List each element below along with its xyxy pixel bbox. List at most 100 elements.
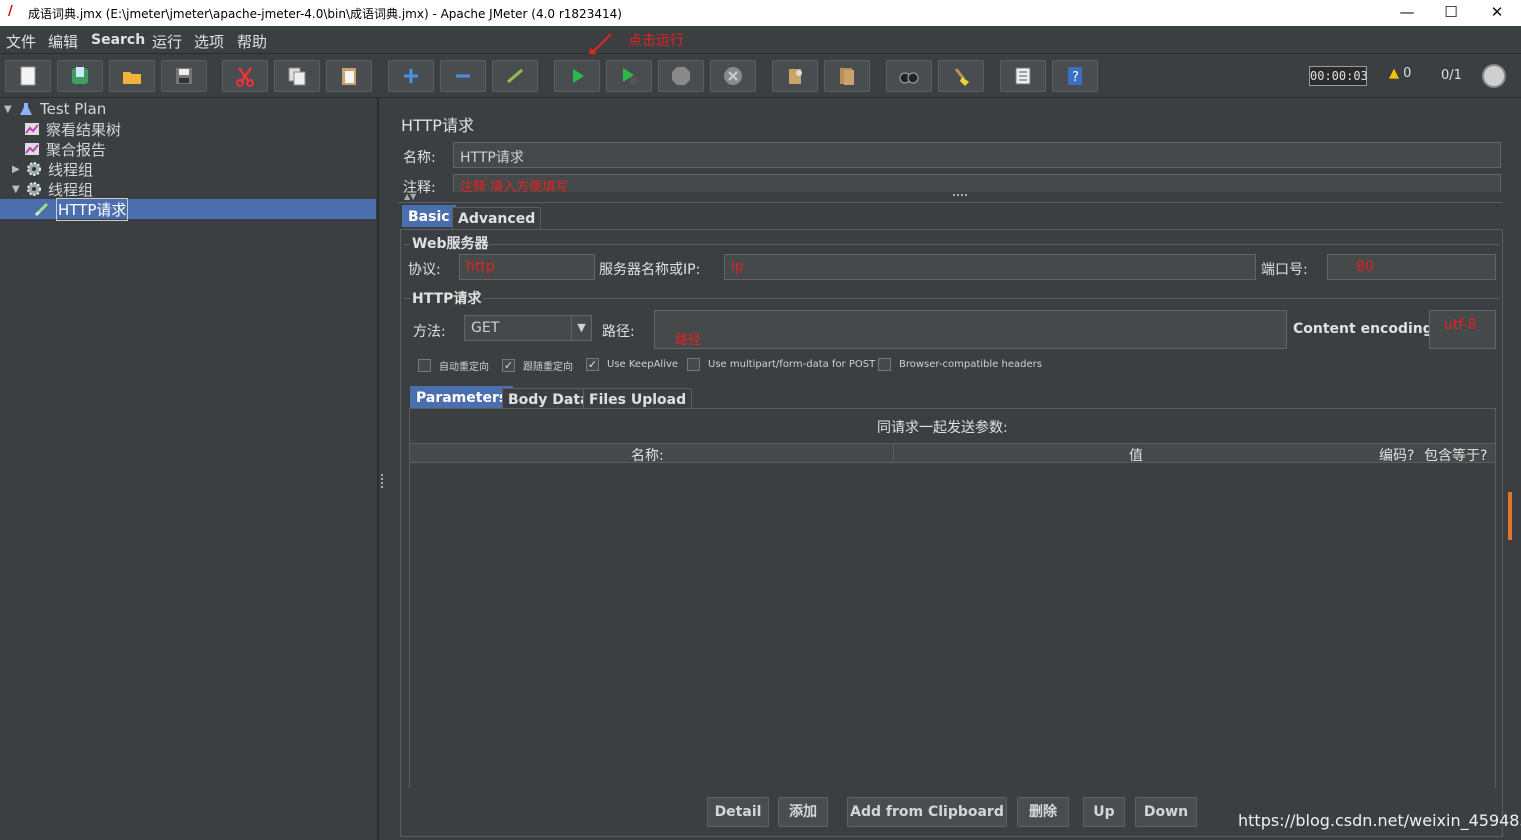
browser-headers-checkbox[interactable]: Browser-compatible headers	[878, 358, 1042, 371]
detail-button[interactable]: Detail	[707, 797, 769, 827]
paste-icon	[342, 68, 356, 85]
tree-item-label: Test Plan	[40, 100, 107, 118]
web-server-group	[404, 244, 1499, 245]
reset-search-icon	[954, 68, 969, 86]
checkbox-box[interactable]	[687, 358, 700, 371]
clear-icon	[789, 69, 802, 84]
thread-group-icon	[26, 181, 44, 197]
paste-button[interactable]	[326, 60, 372, 92]
start-icon	[573, 69, 584, 83]
thread-group-icon	[26, 161, 44, 177]
multipart-checkbox[interactable]: Use multipart/form-data for POST	[687, 358, 875, 371]
collapse-all-button[interactable]	[440, 60, 486, 92]
name-field[interactable]: HTTP请求	[453, 142, 1501, 168]
server-field[interactable]: ip	[724, 254, 1256, 280]
column-encode[interactable]: 编码?	[1379, 445, 1414, 465]
maximize-button[interactable]: ☐	[1428, 0, 1474, 26]
menu-options[interactable]: 选项	[194, 31, 224, 52]
title-bar: / 成语词典.jmx (E:\jmeter\jmeter\apache-jmet…	[0, 0, 1521, 26]
tree-collapse-icon[interactable]: ▼	[12, 184, 26, 195]
port-label: 端口号:	[1261, 262, 1308, 278]
path-field[interactable]: 路径	[654, 310, 1287, 349]
keepalive-checkbox[interactable]: ✓ Use KeepAlive	[586, 358, 678, 371]
search-button[interactable]	[886, 60, 932, 92]
content-encoding-field[interactable]: utf-8	[1429, 310, 1496, 349]
column-include-equals[interactable]: 包含等于?	[1424, 445, 1487, 465]
tree-item-thread-group-2[interactable]: ▼ 线程组	[12, 179, 93, 199]
toggle-button[interactable]	[492, 60, 538, 92]
column-divider	[893, 444, 894, 462]
tab-parameters[interactable]: Parameters	[410, 386, 514, 408]
protocol-field[interactable]: http	[459, 254, 595, 280]
templates-button[interactable]	[57, 60, 103, 92]
name-label: 名称:	[403, 150, 436, 166]
clear-all-button[interactable]	[824, 60, 870, 92]
http-request-legend: HTTP请求	[410, 288, 484, 308]
checkbox-label: Use multipart/form-data for POST	[708, 359, 876, 370]
start-no-pauses-button[interactable]	[606, 60, 652, 92]
delete-button[interactable]: 删除	[1017, 797, 1069, 827]
tree-item-thread-group-1[interactable]: ▶ 线程组	[12, 159, 93, 179]
port-field[interactable]: 80	[1327, 254, 1496, 280]
tree-item-http-request[interactable]: HTTP请求	[34, 197, 129, 221]
resize-grip-icon[interactable]	[953, 194, 967, 198]
drag-handle-icon	[381, 474, 387, 488]
tree-item-view-results-tree[interactable]: 察看结果树	[24, 119, 121, 139]
tree-item-aggregate-report[interactable]: 聚合报告	[24, 139, 106, 159]
tab-advanced[interactable]: Advanced	[452, 207, 542, 229]
start-button[interactable]	[554, 60, 600, 92]
checkmark-icon[interactable]: ✓	[586, 358, 599, 371]
tab-body-data[interactable]: Body Data	[502, 388, 596, 410]
column-name[interactable]: 名称:	[631, 445, 664, 465]
minimize-button[interactable]: —	[1384, 0, 1430, 26]
clear-all-icon	[840, 68, 854, 85]
watermark: https://blog.csdn.net/weixin_45948394	[1238, 811, 1521, 830]
open-button[interactable]	[109, 60, 155, 92]
reset-search-button[interactable]	[938, 60, 984, 92]
save-button[interactable]	[161, 60, 207, 92]
tree-expand-icon[interactable]: ▶	[12, 164, 26, 175]
new-button[interactable]	[5, 60, 51, 92]
close-button[interactable]: ✕	[1474, 0, 1520, 26]
chevron-down-icon[interactable]: ▼	[571, 316, 591, 340]
menu-search[interactable]: Search	[91, 32, 145, 48]
comment-field[interactable]: 注释 填入方便填写	[453, 174, 1501, 192]
tab-basic[interactable]: Basic	[402, 205, 456, 227]
up-button[interactable]: Up	[1083, 797, 1125, 827]
menu-file[interactable]: 文件	[6, 31, 36, 52]
menu-run[interactable]: 运行	[152, 31, 182, 52]
checkbox-label: 跟随重定向	[523, 362, 573, 373]
expand-icon	[404, 69, 418, 83]
help-icon: ?	[1068, 67, 1082, 85]
add-from-clipboard-button[interactable]: Add from Clipboard	[847, 797, 1007, 827]
help-button[interactable]: ?	[1052, 60, 1098, 92]
scrollbar-indicator[interactable]	[1508, 492, 1512, 540]
stop-button[interactable]	[658, 60, 704, 92]
function-helper-button[interactable]	[1000, 60, 1046, 92]
tree-expand-icon[interactable]: ▼	[4, 104, 18, 115]
sampler-icon	[34, 201, 52, 217]
expand-all-button[interactable]	[388, 60, 434, 92]
cut-button[interactable]	[222, 60, 268, 92]
checkbox-box[interactable]	[418, 359, 431, 372]
column-value[interactable]: 值	[1129, 445, 1143, 465]
add-button[interactable]: 添加	[778, 797, 828, 827]
method-select[interactable]: GET ▼	[464, 315, 592, 341]
warning-count[interactable]: ▲ 0	[1389, 66, 1411, 81]
tab-files-upload[interactable]: Files Upload	[583, 388, 693, 410]
params-table-body[interactable]	[410, 463, 1495, 788]
menu-help[interactable]: 帮助	[237, 31, 267, 52]
menu-edit[interactable]: 编辑	[48, 31, 78, 52]
collapse-arrows-icon[interactable]: ▲▼	[404, 192, 424, 201]
down-button[interactable]: Down	[1135, 797, 1197, 827]
follow-redirect-checkbox[interactable]: ✓ 跟随重定向	[502, 358, 573, 373]
copy-button[interactable]	[274, 60, 320, 92]
checkmark-icon[interactable]: ✓	[502, 359, 515, 372]
split-pane-divider[interactable]	[378, 98, 390, 840]
checkbox-box[interactable]	[878, 358, 891, 371]
clear-button[interactable]	[772, 60, 818, 92]
auto-redirect-checkbox[interactable]: 自动重定向	[418, 358, 489, 373]
checkbox-label: Browser-compatible headers	[899, 359, 1042, 370]
shutdown-button[interactable]	[710, 60, 756, 92]
tree-item-test-plan[interactable]: ▼ Test Plan	[4, 99, 106, 119]
